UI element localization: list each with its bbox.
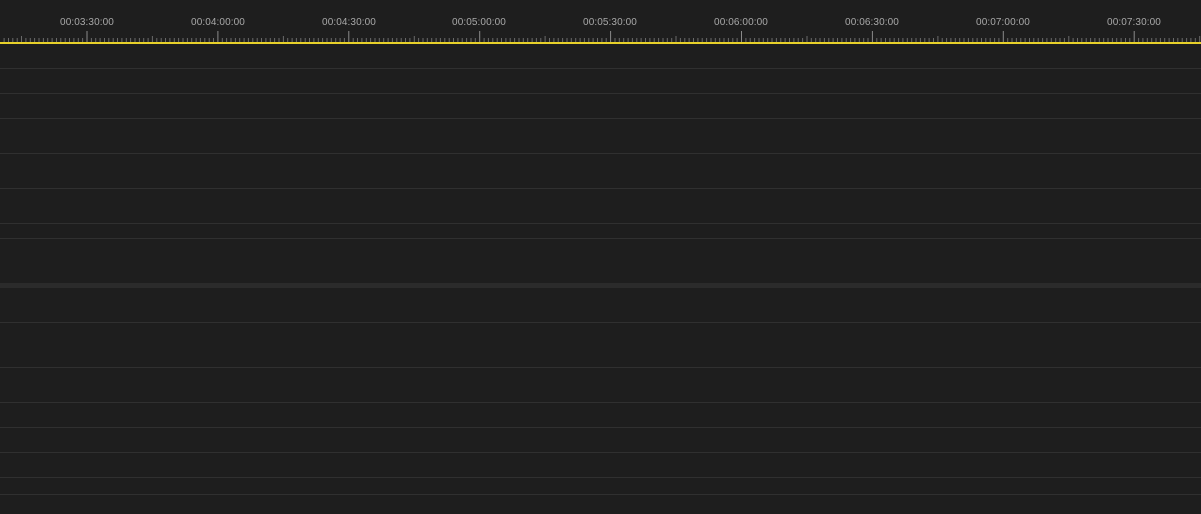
track-separator — [0, 367, 1201, 368]
timecode-label: 00:04:00:00 — [191, 17, 245, 28]
track-separator — [0, 402, 1201, 403]
track-separator — [0, 452, 1201, 453]
timeline-panel[interactable]: 00:03:30:00 00:04:00:00 00:04:30:00 00:0… — [0, 0, 1201, 514]
track-separator — [0, 188, 1201, 189]
track-separator — [0, 223, 1201, 224]
timecode-label: 00:06:00:00 — [714, 17, 768, 28]
timecode-label: 00:05:00:00 — [452, 17, 506, 28]
timecode-label: 00:06:30:00 — [845, 17, 899, 28]
track-separator — [0, 153, 1201, 154]
track-separator — [0, 118, 1201, 119]
track-separator — [0, 68, 1201, 69]
track-separator — [0, 427, 1201, 428]
track-separator — [0, 477, 1201, 478]
track-separator — [0, 93, 1201, 94]
track-separator — [0, 322, 1201, 323]
track-separator — [0, 238, 1201, 239]
timecode-label: 00:05:30:00 — [583, 17, 637, 28]
timecode-ruler[interactable]: 00:03:30:00 00:04:00:00 00:04:30:00 00:0… — [0, 0, 1201, 44]
timecode-label: 00:04:30:00 — [322, 17, 376, 28]
timecode-label: 00:03:30:00 — [60, 17, 114, 28]
timecode-label: 00:07:00:00 — [976, 17, 1030, 28]
video-audio-divider[interactable] — [0, 283, 1201, 288]
timecode-label: 00:07:30:00 — [1107, 17, 1161, 28]
track-area[interactable] — [0, 44, 1201, 514]
track-separator — [0, 494, 1201, 495]
